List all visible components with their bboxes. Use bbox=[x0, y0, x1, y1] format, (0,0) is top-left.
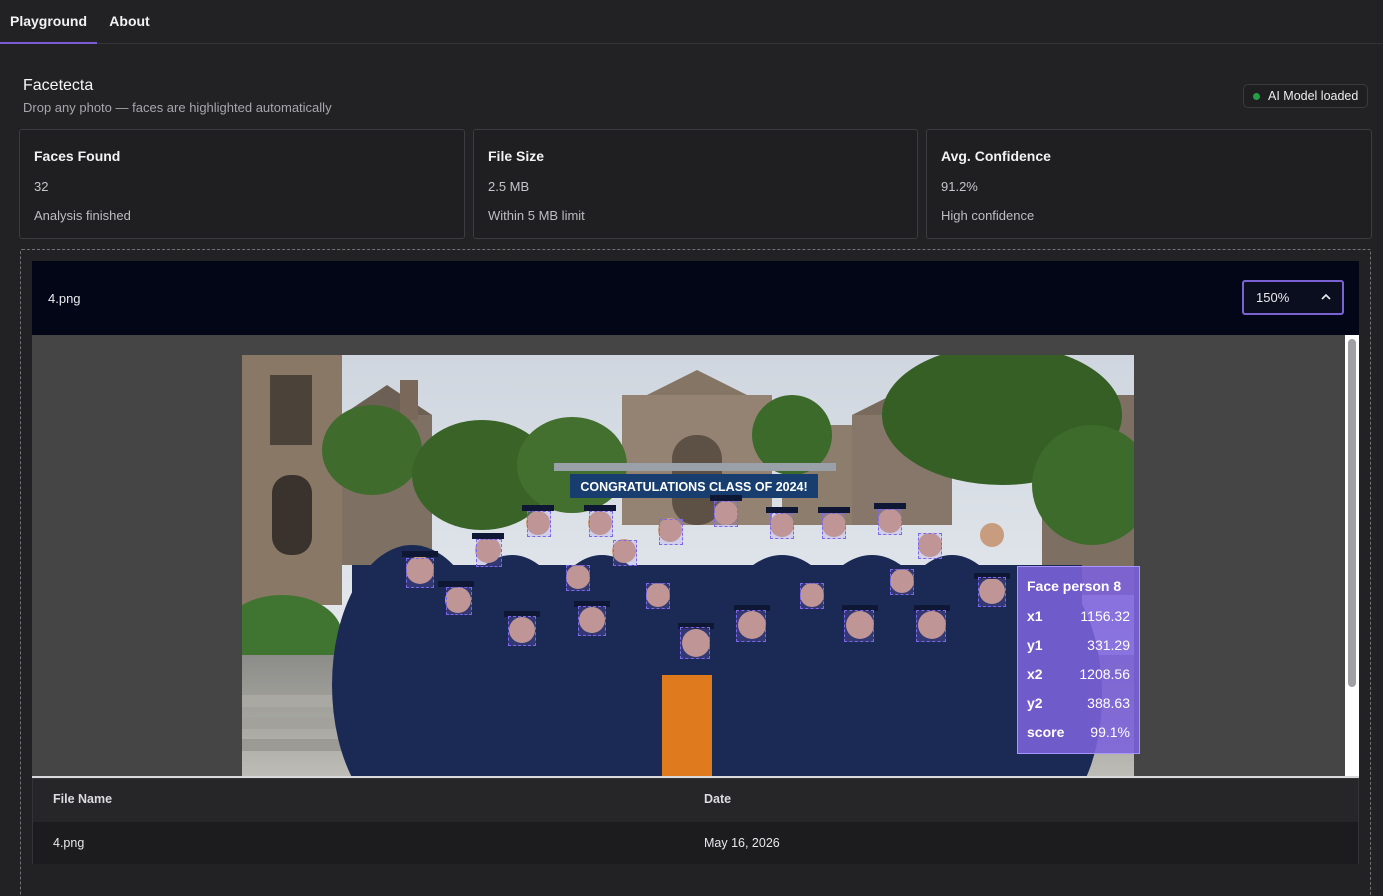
face-box[interactable] bbox=[613, 540, 637, 566]
page-subtitle: Drop any photo — faces are highlighted a… bbox=[23, 100, 332, 115]
table-row[interactable]: 4.png May 16, 2026 bbox=[33, 822, 1358, 864]
stat-card-value: 2.5 MB bbox=[488, 179, 530, 194]
face-box[interactable] bbox=[800, 583, 824, 609]
tooltip-row-x1: x1 1156.32 bbox=[1027, 608, 1130, 628]
zoom-select[interactable]: 150% bbox=[1242, 280, 1344, 315]
tooltip-row-score: score 99.1% bbox=[1027, 724, 1130, 744]
tab-about[interactable]: About bbox=[97, 0, 162, 43]
face-box[interactable] bbox=[878, 509, 902, 535]
face-box[interactable] bbox=[822, 513, 846, 539]
tab-playground[interactable]: Playground bbox=[0, 0, 97, 44]
zoom-value: 150% bbox=[1256, 290, 1290, 305]
column-header-date: Date bbox=[704, 792, 732, 806]
face-box[interactable] bbox=[578, 606, 606, 636]
face-box[interactable] bbox=[659, 519, 683, 545]
tooltip-value: 388.63 bbox=[1087, 695, 1130, 711]
tooltip-key: y2 bbox=[1027, 695, 1043, 711]
image-canvas[interactable]: CONGRATULATIONS CLASS OF 2024! Face pers… bbox=[32, 335, 1345, 776]
face-box[interactable] bbox=[680, 627, 710, 659]
tooltip-row-y1: y1 331.29 bbox=[1027, 637, 1130, 657]
scrollbar-thumb[interactable] bbox=[1348, 339, 1356, 687]
cell-date: May 16, 2026 bbox=[704, 836, 780, 850]
chevron-up-icon bbox=[1321, 293, 1331, 300]
face-box[interactable] bbox=[916, 610, 946, 642]
face-box[interactable] bbox=[646, 583, 670, 609]
table-header: File Name Date bbox=[33, 779, 1358, 822]
tooltip-value: 1156.32 bbox=[1080, 608, 1130, 624]
cell-file-name: 4.png bbox=[53, 836, 85, 850]
model-status-label: AI Model loaded bbox=[1268, 89, 1359, 103]
page-title: Facetecta bbox=[23, 77, 94, 94]
face-box[interactable] bbox=[736, 610, 766, 642]
face-box[interactable] bbox=[508, 616, 536, 646]
face-box[interactable] bbox=[918, 533, 942, 559]
viewer-file-name: 4.png bbox=[48, 291, 81, 306]
stat-card-title: Avg. Confidence bbox=[941, 148, 1051, 164]
dot-icon bbox=[1253, 93, 1260, 100]
stat-card-value: 91.2% bbox=[941, 179, 978, 194]
face-box[interactable] bbox=[446, 587, 472, 615]
column-header-file-name: File Name bbox=[53, 792, 113, 806]
canvas-scrollbar[interactable] bbox=[1345, 335, 1359, 776]
stat-card-value: 32 bbox=[34, 179, 49, 194]
tooltip-key: score bbox=[1027, 724, 1065, 740]
files-table: File Name Date 4.png May 16, 2026 bbox=[32, 778, 1359, 864]
tab-bar: Playground About bbox=[0, 0, 1383, 44]
photo-banner-text: CONGRATULATIONS CLASS OF 2024! bbox=[580, 480, 807, 494]
tooltip-value: 331.29 bbox=[1087, 637, 1130, 653]
stat-card-avg-confidence: Avg. Confidence 91.2% High confidence bbox=[926, 129, 1372, 239]
face-box[interactable] bbox=[527, 511, 551, 537]
stat-card-note: Within 5 MB limit bbox=[488, 208, 585, 223]
face-box[interactable] bbox=[406, 558, 434, 588]
tooltip-row-x2: x2 1208.56 bbox=[1027, 666, 1130, 686]
face-box[interactable] bbox=[714, 501, 738, 527]
uploaded-photo: CONGRATULATIONS CLASS OF 2024! bbox=[242, 355, 1134, 776]
face-box[interactable] bbox=[978, 577, 1006, 607]
tooltip-value: 99.1% bbox=[1090, 724, 1130, 740]
viewer-toolbar: 4.png 150% bbox=[32, 261, 1359, 335]
tooltip-row-y2: y2 388.63 bbox=[1027, 695, 1130, 715]
tooltip-title: Face person 8 bbox=[1027, 578, 1122, 594]
face-box[interactable] bbox=[844, 610, 874, 642]
tooltip-value: 1208.56 bbox=[1079, 666, 1130, 682]
face-box[interactable] bbox=[770, 513, 794, 539]
stat-card-title: Faces Found bbox=[34, 148, 121, 164]
stat-card-faces-found: Faces Found 32 Analysis finished bbox=[19, 129, 465, 239]
graduation-photo: CONGRATULATIONS CLASS OF 2024! bbox=[242, 355, 1134, 776]
stat-card-note: Analysis finished bbox=[34, 208, 131, 223]
stat-card-title: File Size bbox=[488, 148, 545, 164]
face-box[interactable] bbox=[476, 539, 502, 567]
face-box[interactable] bbox=[589, 511, 613, 537]
face-box[interactable] bbox=[566, 565, 590, 591]
face-box[interactable] bbox=[890, 569, 914, 595]
stat-card-note: High confidence bbox=[941, 208, 1035, 223]
tooltip-key: x2 bbox=[1027, 666, 1043, 682]
face-detail-tooltip: Face person 8 x1 1156.32 y1 331.29 x2 12… bbox=[1017, 566, 1140, 754]
tooltip-key: x1 bbox=[1027, 608, 1043, 624]
tooltip-key: y1 bbox=[1027, 637, 1043, 653]
model-status-badge: AI Model loaded bbox=[1243, 84, 1368, 108]
stat-card-file-size: File Size 2.5 MB Within 5 MB limit bbox=[473, 129, 918, 239]
